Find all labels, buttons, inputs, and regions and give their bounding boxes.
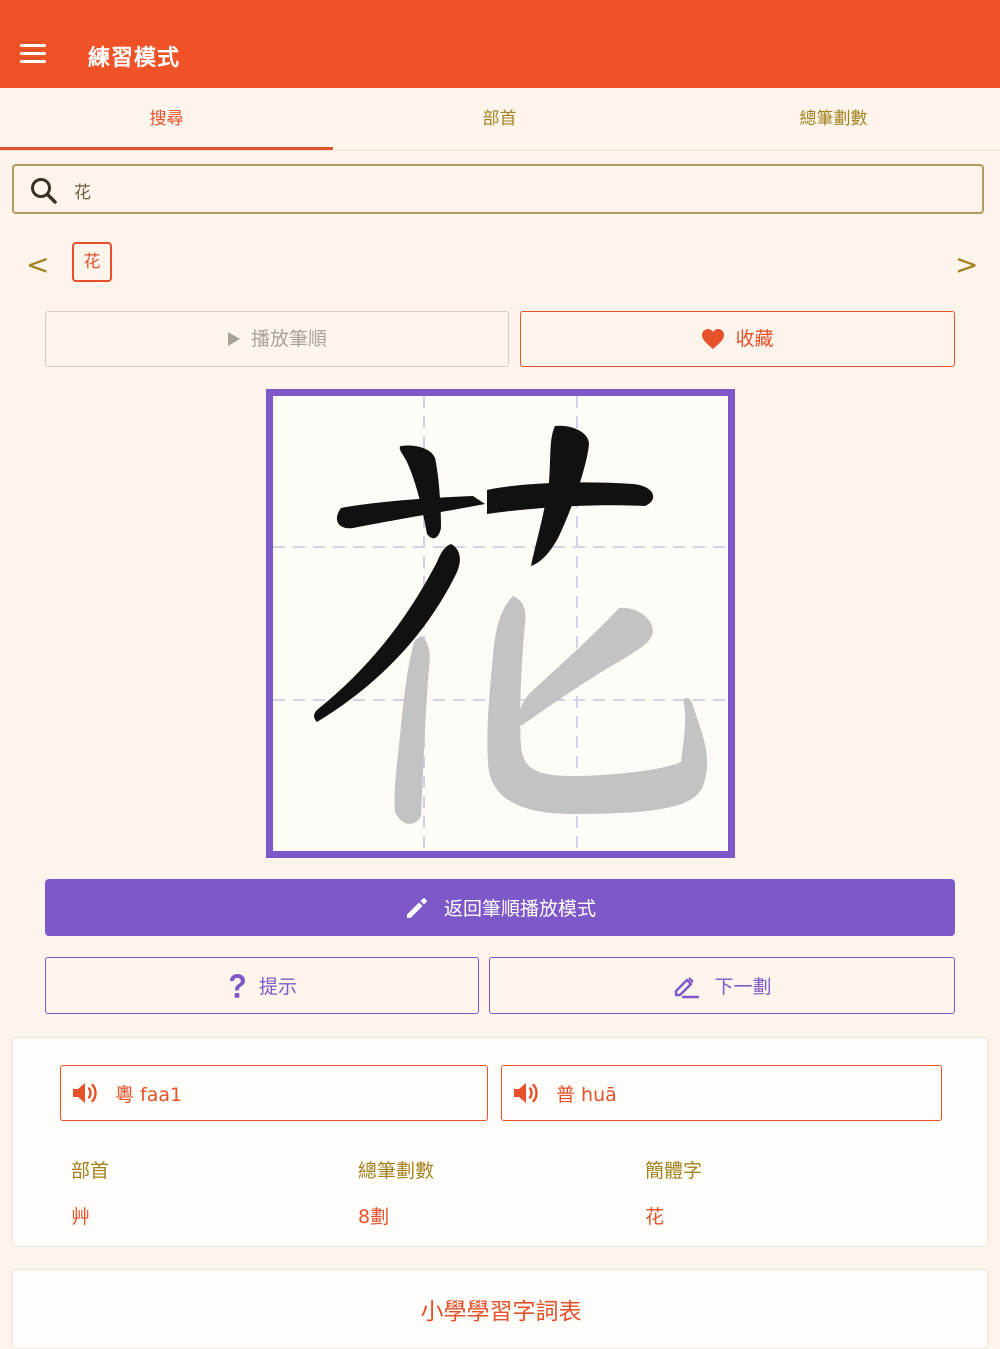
heart-icon	[702, 329, 725, 349]
radical-label: 部首	[71, 1160, 110, 1182]
app-bar: 練習模式	[0, 0, 1000, 88]
radical-value[interactable]: 艸	[71, 1202, 90, 1229]
question-mark-icon	[229, 973, 245, 998]
char-chip[interactable]: 花	[72, 242, 112, 282]
favorite-label: 收藏	[735, 328, 774, 350]
speaker-icon	[73, 1083, 97, 1103]
next-stroke-label: 下一劃	[714, 976, 772, 998]
next-stroke-button[interactable]: 下一劃	[489, 957, 955, 1014]
tab-bar: 搜尋 部首 總筆劃數	[0, 88, 1000, 151]
play-icon	[227, 332, 240, 346]
prev-char-button[interactable]: <	[26, 248, 49, 281]
page-title: 練習模式	[88, 46, 181, 71]
next-char-button[interactable]: >	[955, 248, 978, 281]
cantonese-label: 粵 faa1	[115, 1083, 183, 1106]
completed-strokes	[314, 425, 654, 722]
stroke-count-label: 總筆劃數	[358, 1160, 435, 1182]
return-play-mode-label: 返回筆順播放模式	[443, 898, 596, 920]
tab-stroke-count[interactable]: 總筆劃數	[667, 88, 1000, 150]
simplified-label: 簡體字	[645, 1160, 703, 1182]
stroke-count-value: 8劃	[358, 1206, 390, 1228]
play-label: 播放筆順	[250, 328, 327, 350]
hint-button[interactable]: 提示	[45, 957, 479, 1014]
hint-label: 提示	[258, 976, 297, 998]
word-list-card: 小學學習字詞表	[12, 1269, 988, 1349]
speaker-icon	[514, 1083, 538, 1103]
draw-icon	[675, 976, 700, 998]
word-list-title: 小學學習字詞表	[420, 1299, 582, 1325]
remaining-strokes	[394, 596, 708, 824]
tab-search[interactable]: 搜尋	[0, 88, 333, 150]
character-grid	[273, 396, 728, 851]
search-input[interactable]	[72, 174, 956, 206]
play-stroke-order-button[interactable]: 播放筆順	[45, 311, 509, 367]
pencil-icon	[406, 897, 427, 918]
cantonese-audio-button[interactable]: 粵 faa1	[60, 1065, 488, 1121]
return-play-mode-button[interactable]: 返回筆順播放模式	[45, 879, 955, 936]
mandarin-audio-button[interactable]: 普 huā	[501, 1065, 942, 1121]
search-icon	[31, 178, 57, 204]
practice-canvas[interactable]	[266, 389, 735, 858]
simplified-value: 花	[645, 1206, 665, 1228]
favorite-button[interactable]: 收藏	[520, 311, 955, 367]
menu-icon[interactable]	[20, 44, 46, 64]
tab-indicator	[0, 147, 333, 150]
mandarin-label: 普 huā	[556, 1083, 617, 1106]
character-info-card: 粵 faa1 普 huā 部首 總筆劃數 簡體字 艸 8劃 花	[12, 1037, 988, 1247]
tab-radical[interactable]: 部首	[333, 88, 666, 150]
search-box	[12, 164, 984, 214]
